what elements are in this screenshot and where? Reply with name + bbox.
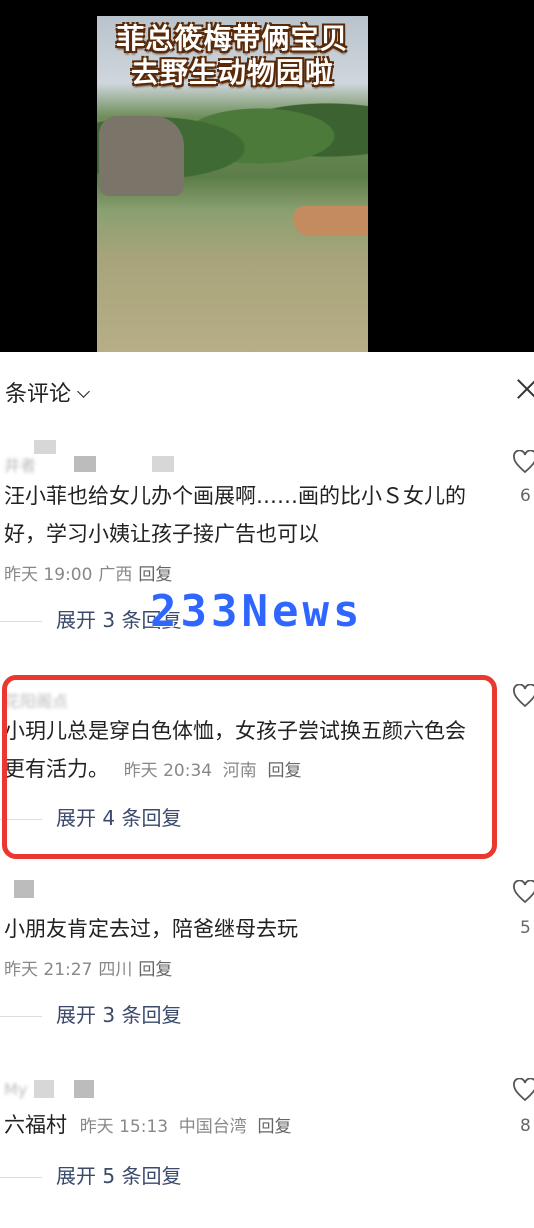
reply-button[interactable]: 回复 <box>257 1117 291 1137</box>
expand-replies-label: 展开 3 条回复 <box>56 1003 182 1027</box>
comment-text: 汪小菲也给女儿办个画展啊……画的比小Ｓ女儿的好，学习小姨让孩子接广告也可以 <box>4 484 466 546</box>
video-title-line2: 去野生动物园啦 <box>130 56 334 89</box>
expand-replies-label: 展开 5 条回复 <box>56 1164 182 1188</box>
rock-image <box>99 116 184 196</box>
reply-button[interactable]: 回复 <box>138 960 172 980</box>
comment-location: 四川 <box>98 960 133 980</box>
comments-count-toggle[interactable]: 条评论 <box>5 376 90 408</box>
comment-time: 昨天 21:27 <box>4 960 93 980</box>
comment-meta: 昨天 19:00 广西 回复 <box>4 560 178 585</box>
expand-replies-button[interactable]: 展开 3 条回复 <box>0 999 181 1028</box>
like-icon[interactable] <box>512 1077 534 1102</box>
blurred-avatar <box>34 1080 54 1098</box>
like-count: 5 <box>520 918 531 938</box>
expand-replies-button[interactable]: 展开 5 条回复 <box>0 1160 181 1189</box>
comment-location: 中国台湾 <box>178 1117 247 1137</box>
like-icon[interactable] <box>512 879 534 904</box>
comment-time: 昨天 15:13 <box>79 1117 169 1137</box>
comment-text: 小朋友肯定去过，陪爸继母去玩 <box>4 917 298 941</box>
comment-location: 广西 <box>98 565 133 585</box>
blurred-name <box>74 456 96 472</box>
like-count: 8 <box>520 1116 531 1136</box>
like-icon[interactable] <box>512 449 534 474</box>
video-title-line1: 菲总筱梅带俩宝贝 <box>116 22 349 55</box>
blurred-name <box>14 880 34 898</box>
comment-meta: 昨天 21:27 四川 回复 <box>4 955 178 980</box>
blurred-name <box>74 1080 94 1098</box>
comment-text: 六福村 昨天 15:13 中国台湾 回复 <box>4 1106 474 1146</box>
comment-time: 昨天 19:00 <box>4 565 93 585</box>
comment-text-body: 六福村 <box>4 1113 67 1137</box>
video-player[interactable]: 菲总筱梅带俩宝贝 去野生动物园啦 <box>0 0 534 352</box>
comments-title: 条评论 <box>5 382 72 407</box>
divider-line <box>0 1016 42 1017</box>
like-count: 6 <box>520 486 531 506</box>
like-icon[interactable] <box>512 683 534 708</box>
divider-line <box>0 621 42 622</box>
divider-line <box>0 1177 42 1178</box>
blurred-name <box>152 456 174 472</box>
comment-username[interactable]: My <box>4 1080 27 1099</box>
video-title: 菲总筱梅带俩宝贝 去野生动物园啦 <box>97 22 368 90</box>
reply-button[interactable]: 回复 <box>138 565 172 585</box>
watermark: 233News <box>150 586 364 637</box>
highlight-box <box>2 675 497 859</box>
pond-image <box>293 206 368 236</box>
chevron-down-icon <box>77 385 90 398</box>
close-icon[interactable] <box>516 378 534 400</box>
blurred-avatar <box>34 440 56 454</box>
comment-username[interactable]: 井者 <box>4 452 36 476</box>
